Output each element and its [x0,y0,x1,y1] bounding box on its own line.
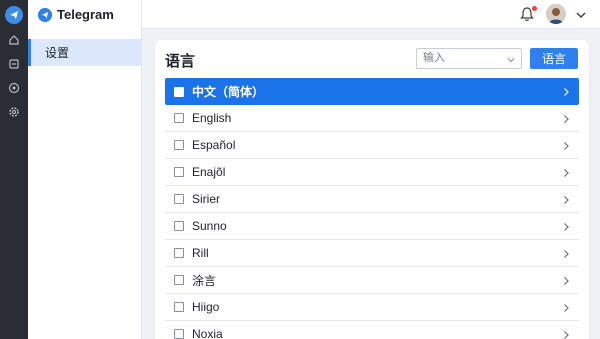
checkbox[interactable] [174,167,184,177]
brand[interactable]: Telegram [28,0,141,29]
settings-icon[interactable] [6,104,22,120]
list-item[interactable]: Rill [165,240,579,267]
checkbox[interactable] [174,113,184,123]
checkbox[interactable] [174,140,184,150]
language-button[interactable]: 语言 [530,48,578,69]
chevron-right-icon [561,248,571,258]
chevron-right-icon [561,221,571,231]
checkbox[interactable] [174,329,184,339]
list-item[interactable]: Sunno [165,213,579,240]
checkbox[interactable] [174,86,184,97]
list-item[interactable]: English [165,105,579,132]
inbox-icon[interactable] [6,56,22,72]
notification-badge [532,6,537,11]
chevron-right-icon [561,194,571,204]
checkbox[interactable] [174,275,184,285]
checkbox[interactable] [174,248,184,258]
telegram-logo-icon[interactable] [5,6,23,24]
checkbox[interactable] [174,302,184,312]
list-item[interactable]: Hiigo [165,294,579,321]
language-label: English [192,111,232,125]
language-label: Hiigo [192,300,220,314]
language-label: Noxia [192,327,223,339]
chevron-right-icon [561,329,571,339]
language-label: Español [192,138,236,152]
language-list: 中文（简体） English Español Enajõl Sirier Sun… [165,78,579,339]
list-item[interactable]: Español [165,132,579,159]
chevron-right-icon [561,275,571,285]
checkbox[interactable] [174,194,184,204]
list-item[interactable]: 涂言 [165,267,579,294]
bell-icon[interactable] [520,6,537,22]
list-item[interactable]: Sirier [165,186,579,213]
list-item[interactable]: Enajõl [165,159,579,186]
chevron-right-icon [561,86,571,96]
list-item[interactable]: Noxia [165,321,579,339]
language-label: Sirier [192,192,221,206]
chevron-right-icon [561,140,571,150]
language-input-value: 输入 [423,52,445,64]
sidebar-item-label: 设置 [45,46,70,60]
top-header [142,0,600,29]
home-icon[interactable] [6,32,22,48]
chevron-right-icon [561,167,571,177]
language-label: 涂言 [192,273,217,288]
avatar[interactable] [546,4,566,24]
telegram-logo-icon [38,7,52,22]
icon-rail [0,0,28,339]
list-item[interactable]: 中文（简体） [165,78,579,105]
chevron-right-icon [561,113,571,123]
app-name: Telegram [57,7,114,22]
checkbox[interactable] [174,221,184,231]
language-label: Rill [192,246,209,260]
sidebar-item-settings[interactable]: 设置 [28,39,141,66]
eye-icon[interactable] [6,80,22,96]
language-panel: 语言 输入 语言 中文（简体） English Español Enajõl S… [155,40,589,339]
language-label: Enajõl [192,165,226,179]
sidebar: Telegram 设置 [28,0,142,339]
language-label: Sunno [192,219,227,233]
chevron-right-icon [561,302,571,312]
language-input[interactable]: 输入 [416,48,522,69]
page-title: 语言 [165,53,196,70]
language-label: 中文（简体） [192,85,265,99]
chevron-down-icon[interactable] [575,8,587,20]
chevron-down-icon [506,53,516,63]
